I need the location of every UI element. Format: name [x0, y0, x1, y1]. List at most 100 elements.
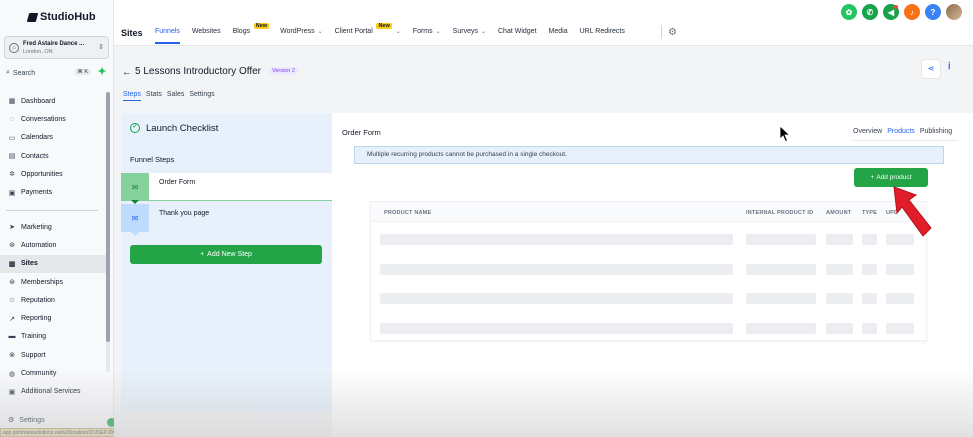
- chevron-down-icon: ⌄: [480, 29, 486, 35]
- tab-blogs[interactable]: Blogs New: [233, 23, 270, 44]
- calendar-icon: ▭: [8, 134, 16, 142]
- tab-more[interactable]: ⌄: [393, 28, 401, 44]
- sidebar-item-contacts[interactable]: ▤ Contacts: [0, 147, 106, 165]
- table-header: PRODUCT NAME INTERNAL PRODUCT ID AMOUNT …: [371, 202, 928, 222]
- sidebar-item-payments[interactable]: ▣ Payments: [0, 183, 106, 201]
- share-button[interactable]: ⋖: [921, 59, 941, 79]
- subtab-stats[interactable]: Stats: [146, 91, 162, 101]
- info-alert: Multiple recurring products cannot be pu…: [354, 146, 944, 164]
- tab-forms[interactable]: Forms ⌄: [413, 28, 441, 44]
- col-product-name[interactable]: PRODUCT NAME: [384, 210, 431, 216]
- main-content: ← 5 Lessons Introductory Offer Version 2…: [114, 47, 973, 437]
- sidebar-scrollbar-thumb[interactable]: [106, 92, 110, 342]
- subtab-steps[interactable]: Steps: [123, 91, 141, 101]
- info-icon[interactable]: ⅰ: [948, 61, 951, 72]
- add-product-label: Add product: [876, 174, 912, 181]
- sidebar-item-opportunities[interactable]: ✲ Opportunities: [0, 165, 106, 183]
- col-amount[interactable]: AMOUNT: [826, 210, 851, 216]
- sidebar-item-memberships[interactable]: ⊛ Memberships: [0, 273, 106, 291]
- sidebar-item-reporting[interactable]: ↗ Reporting: [0, 309, 106, 327]
- avatar[interactable]: [946, 4, 962, 20]
- tab-funnels[interactable]: Funnels: [155, 28, 180, 44]
- col-internal-product-id[interactable]: INTERNAL PRODUCT ID: [746, 210, 813, 216]
- new-badge: New: [376, 23, 392, 29]
- launch-checklist[interactable]: ✓ Launch Checklist: [121, 113, 332, 143]
- envelope-icon: ✉: [121, 204, 149, 232]
- services-icon: ▣: [8, 388, 16, 396]
- search-input[interactable]: ⌕ Search ⌘ K: [4, 66, 90, 80]
- step-tabs: Overview Products Publishing: [853, 128, 952, 137]
- add-new-step-button[interactable]: + Add New Step: [130, 245, 322, 264]
- tabs-separator: [661, 25, 662, 39]
- ai-assistant-icon[interactable]: ✿: [841, 4, 857, 20]
- subtab-sales[interactable]: Sales: [167, 91, 185, 101]
- sidebar-item-automation[interactable]: ⊛ Automation: [0, 236, 106, 254]
- help-icon[interactable]: ?: [925, 4, 941, 20]
- sidebar-item-label: Dashboard: [21, 97, 56, 105]
- tab-label: Funnels: [155, 28, 180, 35]
- sidebar-item-training[interactable]: ▬ Training: [0, 328, 106, 346]
- sites-icon: ▩: [8, 260, 16, 268]
- top-tabs: Funnels Websites Blogs New WordPress ⌄ Client …: [155, 23, 637, 44]
- sidebar-item-label: Additional Services: [21, 388, 81, 396]
- skeleton-cell: [862, 263, 877, 275]
- nav-divider: [6, 210, 98, 211]
- skeleton-cell: [826, 263, 853, 275]
- tab-surveys[interactable]: Surveys ⌄: [453, 28, 486, 44]
- site-settings-gear-icon[interactable]: ⚙: [668, 27, 677, 38]
- settings-label: Settings: [19, 416, 45, 424]
- top-bar: Sites Funnels Websites Blogs New WordPress ⌄ C…: [114, 0, 973, 46]
- quick-add-button[interactable]: ✦: [96, 66, 108, 78]
- tab-media[interactable]: Media: [549, 28, 568, 44]
- col-type[interactable]: TYPE: [862, 210, 877, 216]
- sidebar-item-label: Automation: [21, 241, 57, 249]
- skeleton-cell: [886, 293, 914, 304]
- tab-overview[interactable]: Overview: [853, 128, 882, 137]
- tab-products[interactable]: Products: [887, 128, 915, 137]
- sidebar: StudioHub ⌂ Fred Astaire Dance ... Londo…: [0, 0, 116, 437]
- tab-chat-widget[interactable]: Chat Widget: [498, 28, 537, 44]
- sidebar-item-community[interactable]: ◍ Community: [0, 364, 106, 382]
- skeleton-cell: [380, 263, 733, 275]
- sidebar-item-marketing[interactable]: ➤ Marketing: [0, 218, 106, 236]
- sidebar-item-label: Community: [21, 370, 57, 378]
- notification-dot: [894, 5, 898, 9]
- app-logo[interactable]: StudioHub: [26, 11, 96, 23]
- sidebar-item-conversations[interactable]: ◌ Conversations: [0, 110, 106, 128]
- funnel-step-thank-you[interactable]: ✉ Thank you page: [121, 204, 332, 236]
- megaphone-icon[interactable]: ◀: [883, 4, 899, 20]
- sidebar-item-dashboard[interactable]: ▦ Dashboard: [0, 92, 106, 110]
- phone-icon[interactable]: ✆: [862, 4, 878, 20]
- plus-icon: +: [870, 174, 875, 181]
- sidebar-item-settings[interactable]: ⚙ Settings: [8, 416, 45, 425]
- chevron-down-icon: ⌄: [435, 29, 441, 35]
- tab-label: Websites: [191, 28, 221, 35]
- version-badge: Version 2: [269, 67, 298, 75]
- search-icon: ⌕: [6, 69, 10, 76]
- plus-icon: +: [200, 251, 205, 258]
- tab-publishing[interactable]: Publishing: [920, 128, 952, 137]
- back-arrow-icon[interactable]: ←: [122, 67, 132, 78]
- tab-client-portal[interactable]: Client Portal New: [335, 23, 392, 44]
- funnel-step-order-form[interactable]: ✉ Order Form: [121, 173, 332, 204]
- updown-chevron-icon: ⇕: [98, 44, 104, 51]
- sidebar-item-support[interactable]: ⊗ Support: [0, 346, 106, 364]
- sidebar-item-reputation[interactable]: ☆ Reputation: [0, 291, 106, 309]
- sidebar-item-sites[interactable]: ▩ Sites: [0, 254, 106, 273]
- products-table: PRODUCT NAME INTERNAL PRODUCT ID AMOUNT …: [370, 201, 928, 341]
- subtab-settings[interactable]: Settings: [189, 91, 214, 101]
- sidebar-item-additional-services[interactable]: ▣ Additional Services: [0, 383, 106, 401]
- red-arrow-annotation-icon: [893, 186, 932, 237]
- tab-url-redirects[interactable]: URL Redirects: [580, 28, 625, 44]
- tab-wordpress[interactable]: WordPress ⌄: [280, 28, 323, 44]
- sidebar-item-label: Calendars: [21, 134, 53, 142]
- sidebar-item-label: Reputation: [21, 296, 55, 304]
- sidebar-item-calendars[interactable]: ▭ Calendars: [0, 129, 106, 147]
- account-switcher[interactable]: ⌂ Fred Astaire Dance ... London, ON ⇕: [4, 36, 109, 59]
- support-icon: ⊗: [9, 352, 15, 360]
- marketing-icon: ➤: [9, 224, 15, 232]
- checklist-label: Launch Checklist: [146, 122, 219, 134]
- notifications-icon[interactable]: ♪: [904, 4, 920, 20]
- tab-websites[interactable]: Websites: [192, 28, 221, 44]
- opportunities-icon: ✲: [9, 171, 15, 179]
